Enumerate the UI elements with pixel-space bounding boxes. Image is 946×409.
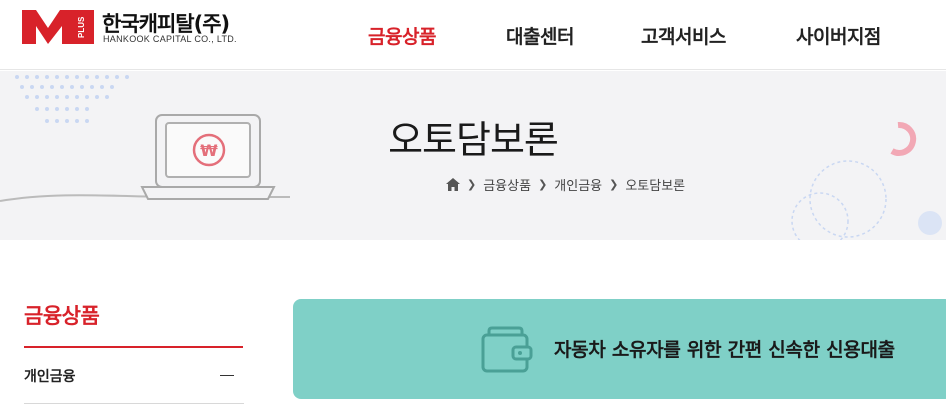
site-header: PLUS 한국캐피탈(주) HANKOOK CAPITAL CO., LTD. … [0,0,946,70]
breadcrumb-current: 오토담보론 [625,178,686,194]
product-summary-text: 자동차 소유자를 위한 간편 신속한 신용대출 [554,339,895,361]
breadcrumb-item[interactable]: 금융상품 [483,175,531,194]
breadcrumb-item[interactable]: 개인금융 [554,175,602,194]
page-banner: ₩ 오토담보론 ❯ 금융상품 ❯ 개인금융 ❯ 오토담보론 [0,71,946,240]
main-nav: 금융상품 대출센터 고객서비스 사이버지점 [0,22,946,48]
side-nav-item-personal-finance[interactable]: 개인금융 [24,348,244,404]
collapse-icon[interactable] [220,374,234,377]
side-nav-item-label: 개인금융 [24,368,76,385]
side-nav: 금융상품 개인금융 [24,300,244,404]
nav-item-cyber-branch[interactable]: 사이버지점 [796,22,881,49]
chevron-right-icon: ❯ [609,177,619,191]
nav-item-financial-products[interactable]: 금융상품 [368,22,436,49]
home-icon[interactable] [446,177,460,191]
nav-item-loan-center[interactable]: 대출센터 [506,22,574,49]
breadcrumb: ❯ 금융상품 ❯ 개인금융 ❯ 오토담보론 [446,175,686,194]
chevron-right-icon: ❯ [538,177,548,191]
chevron-right-icon: ❯ [467,177,477,191]
page-title: 오토담보론 [388,118,559,162]
product-summary-box: 자동차 소유자를 위한 간편 신속한 신용대출 [293,299,946,399]
wallet-icon [481,326,533,373]
nav-item-customer-service[interactable]: 고객서비스 [641,22,726,49]
side-nav-title: 금융상품 [24,304,100,328]
